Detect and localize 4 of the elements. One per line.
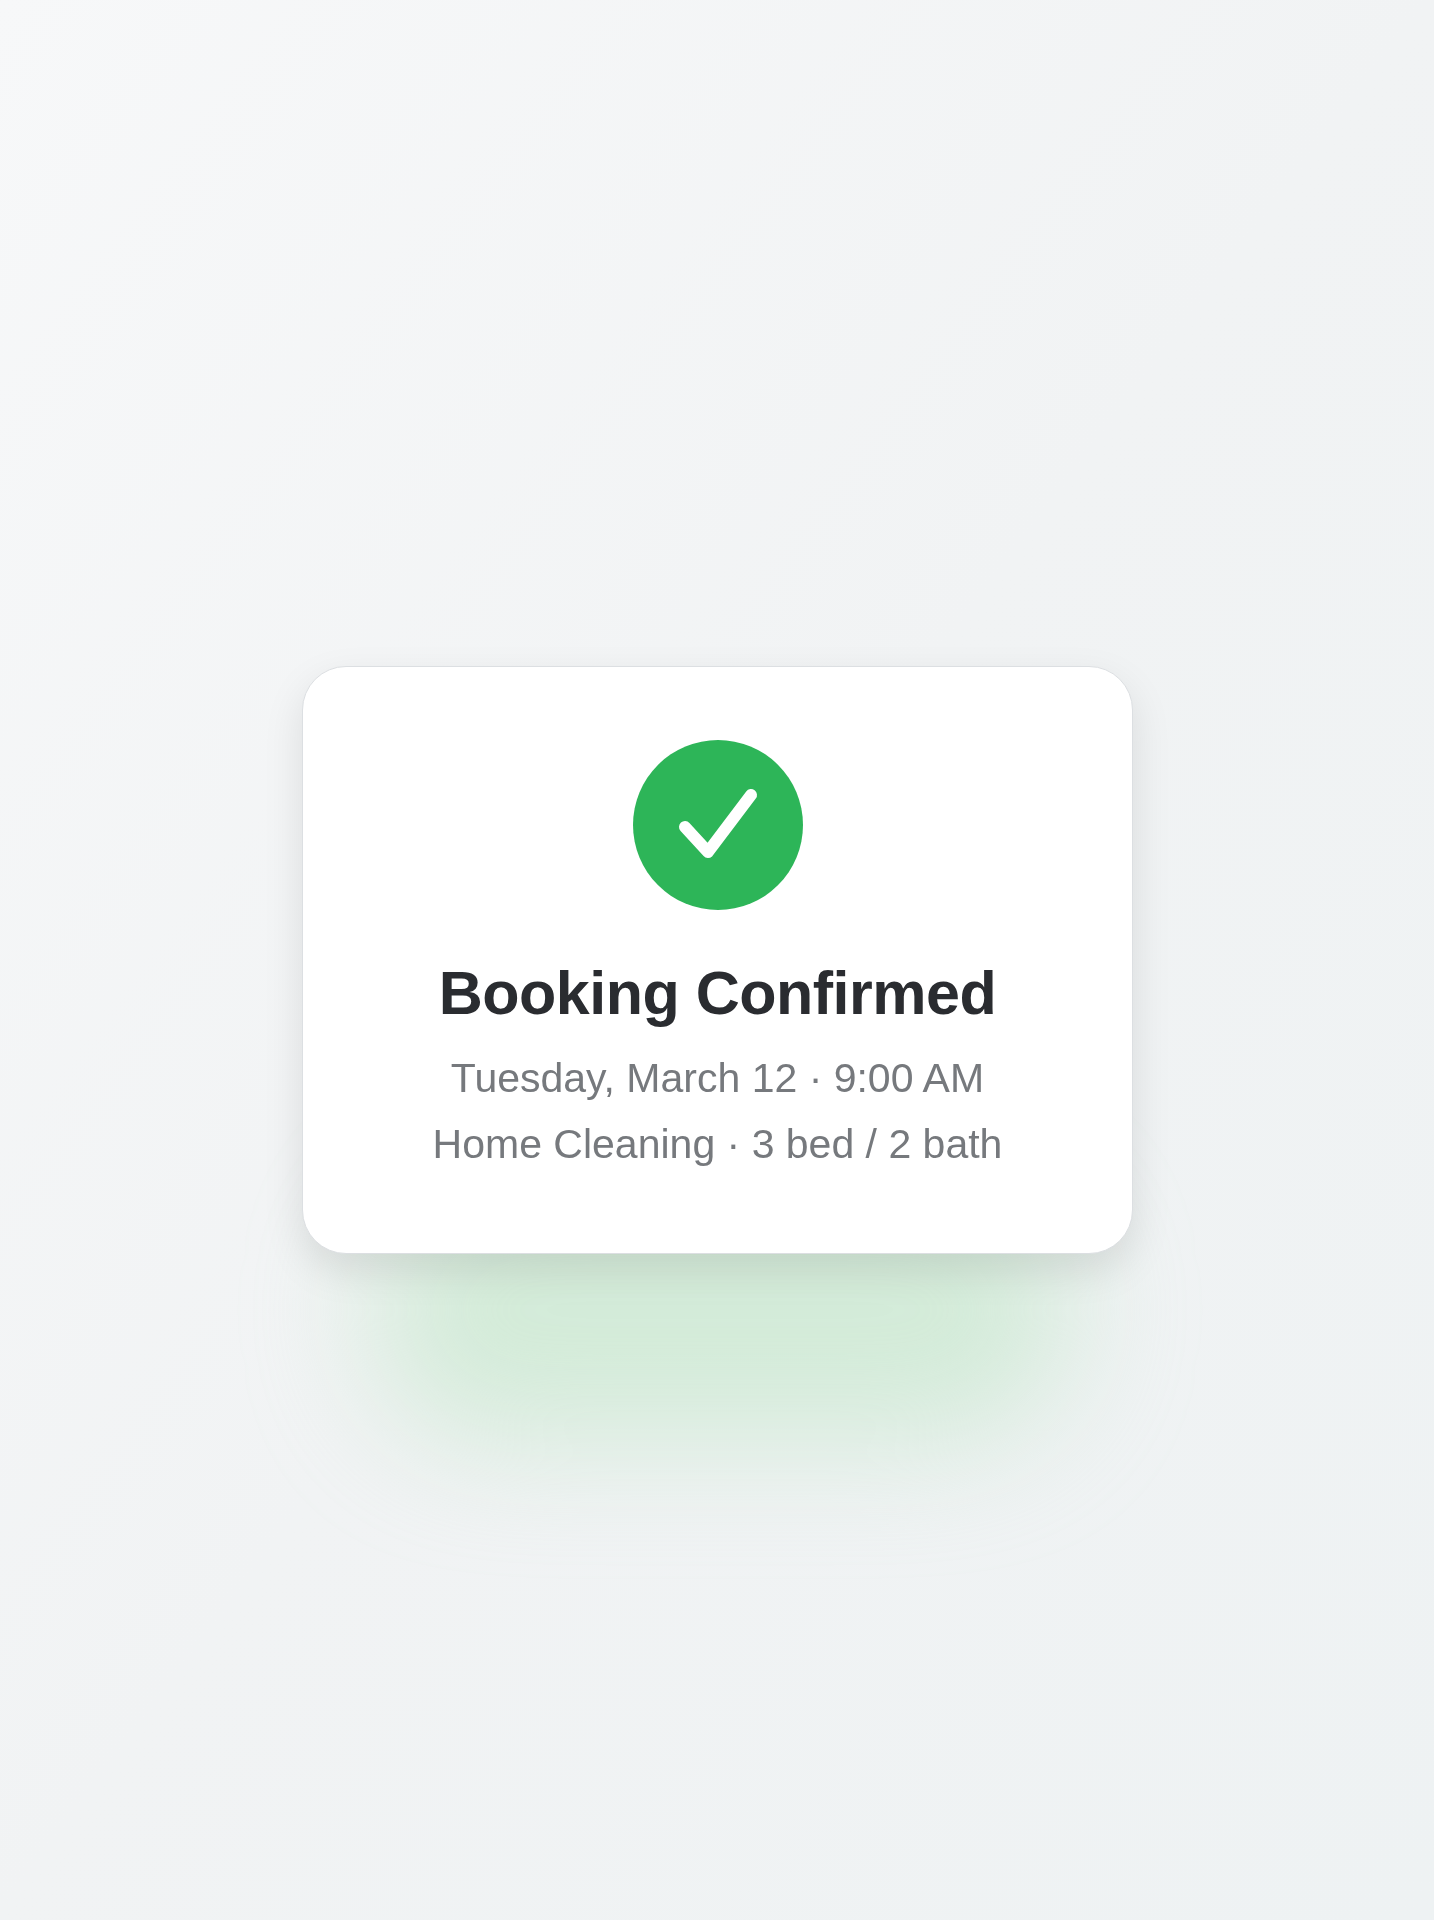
- booking-detail: Tuesday, March 12 · 9:00 AM: [450, 1054, 985, 1104]
- booking-detail: Home Cleaning · 3 bed / 2 bath: [432, 1119, 1003, 1169]
- card-title: Booking Confirmed: [438, 958, 997, 1029]
- check-circle-icon: [632, 740, 803, 910]
